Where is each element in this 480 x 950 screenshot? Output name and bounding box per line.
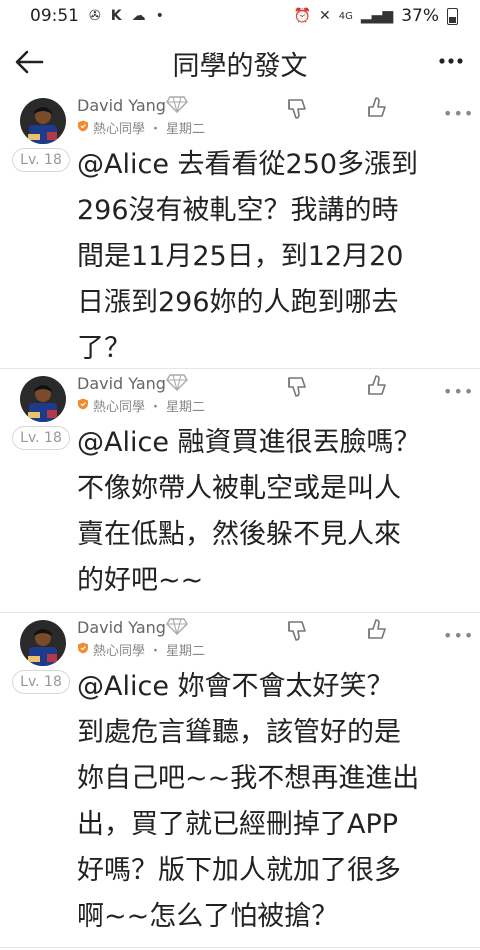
status-left: 09:51 ✇ K ☁ •: [30, 6, 164, 26]
dislike-button[interactable]: [283, 374, 309, 404]
author-role: 熱心同學: [93, 400, 146, 415]
post-text: @Alice 妳會不會太好笑？ 到處危言聳聽，該管好的是 妳自己吧~~我不想再進…: [77, 671, 420, 932]
level-badge: Lv. 18: [12, 670, 70, 694]
author-role: 熱心同學: [93, 122, 146, 137]
level-badge: Lv. 18: [12, 426, 70, 450]
level-badge: Lv. 18: [12, 148, 70, 172]
meta-separator: ・: [149, 122, 163, 137]
cloud-icon: ☁: [131, 8, 146, 24]
diamond-icon: [166, 373, 188, 395]
alarm-icon: ⏰: [293, 8, 312, 24]
post-more-icon[interactable]: •••: [443, 382, 474, 401]
author-name[interactable]: David Yang: [77, 618, 166, 637]
post-more-icon[interactable]: •••: [443, 104, 474, 123]
meta-separator: ・: [149, 644, 163, 659]
meta-line: 熱心同學・星期二: [77, 118, 205, 137]
avatar[interactable]: [20, 376, 66, 422]
diamond-icon: [166, 617, 188, 639]
signal-icon: ▂▄▆: [360, 8, 394, 24]
post-day: 星期二: [166, 122, 206, 137]
avatar[interactable]: [20, 620, 66, 666]
meta-separator: ・: [149, 400, 163, 415]
app-header: 同學的發文: [0, 34, 480, 90]
meta-line: 熱心同學・星期二: [77, 640, 205, 659]
ellipsis-icon: [439, 58, 463, 64]
shield-icon: [77, 120, 89, 136]
fan-icon: ✇: [89, 8, 101, 24]
battery-percent: 37%: [401, 6, 439, 26]
author-name[interactable]: David Yang: [77, 96, 166, 115]
author-name[interactable]: David Yang: [77, 374, 166, 393]
status-time: 09:51: [30, 6, 79, 26]
like-button[interactable]: [363, 372, 389, 402]
post-day: 星期二: [166, 644, 206, 659]
like-button[interactable]: [363, 616, 389, 646]
k-icon: K: [110, 8, 122, 24]
shield-icon: [77, 642, 89, 658]
post-text: @Alice 去看看從250多漲到 296沒有被軋空？我講的時 間是11月25日…: [77, 149, 419, 364]
post-more-icon[interactable]: •••: [443, 626, 474, 645]
shield-icon: [77, 398, 89, 414]
diamond-icon: [166, 95, 188, 117]
dislike-button[interactable]: [283, 96, 309, 126]
avatar[interactable]: [20, 98, 66, 144]
post-card[interactable]: Lv. 18 David Yang 熱心同學・星期二 ••• @Alice 妳會不會太好…: [0, 612, 480, 948]
battery-icon: [447, 7, 458, 25]
status-bar: 09:51 ✇ K ☁ • ⏰ ✕ 4G ▂▄▆ 37%: [0, 0, 480, 34]
dot-icon: •: [155, 8, 164, 24]
post-text: @Alice 融資買進很丟臉嗎？ 不像妳帶人被軋空或是叫人 賣在低點，然後躲不見…: [77, 427, 421, 596]
post-card[interactable]: Lv. 18 David Yang 熱心同學・星期二 ••• @Alice 去看看從25…: [0, 90, 480, 369]
author-role: 熱心同學: [93, 644, 146, 659]
more-options-button[interactable]: [434, 44, 468, 78]
meta-line: 熱心同學・星期二: [77, 396, 205, 415]
dislike-button[interactable]: [283, 618, 309, 648]
post-card[interactable]: Lv. 18 David Yang 熱心同學・星期二 ••• @Alice 融資買進很丟…: [0, 368, 480, 613]
mute-icon: ✕: [319, 8, 331, 24]
network-4g-icon: 4G: [338, 10, 353, 22]
status-right: ⏰ ✕ 4G ▂▄▆ 37%: [294, 6, 458, 26]
like-button[interactable]: [363, 94, 389, 124]
page-title: 同學的發文: [172, 51, 308, 82]
post-day: 星期二: [166, 400, 206, 415]
